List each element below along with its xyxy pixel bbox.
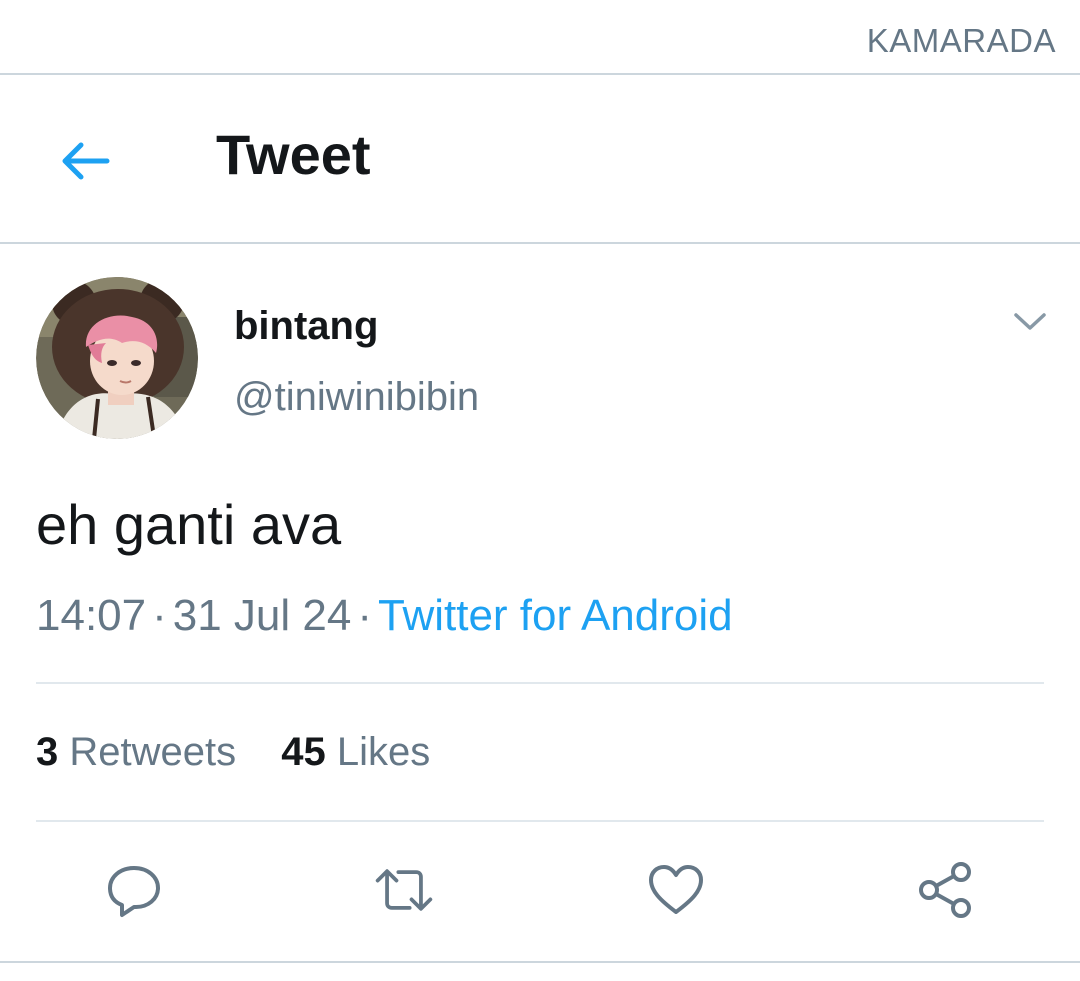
divider <box>36 682 1044 684</box>
author-username[interactable]: @tiniwinibibin <box>234 375 479 419</box>
top-app-bar: Tweet <box>0 75 1080 243</box>
arrow-left-icon <box>62 142 110 180</box>
meta-separator: · <box>152 591 167 640</box>
share-icon <box>919 862 971 918</box>
reply-button[interactable] <box>102 858 166 922</box>
carrier-label: KAMARADA <box>866 22 1056 59</box>
avatar-illustration <box>36 277 198 439</box>
reply-bubble-icon <box>108 866 160 917</box>
retweet-icon <box>375 869 433 911</box>
heart-icon <box>649 865 703 914</box>
action-bar-divider <box>0 961 1080 963</box>
author-display-name[interactable]: bintang <box>234 304 378 348</box>
tweet-text: eh ganti ava <box>36 493 342 556</box>
page-title: Tweet <box>216 123 371 186</box>
header-divider <box>0 242 1080 244</box>
tweet-stats: 3 Retweets 45 Likes <box>36 730 464 774</box>
like-button[interactable] <box>644 858 708 922</box>
tweet-date: 31 Jul 24 <box>172 591 352 640</box>
share-button[interactable] <box>913 858 977 922</box>
tweet-menu-button[interactable] <box>1004 300 1056 344</box>
likes-stat[interactable]: 45 Likes <box>281 730 430 774</box>
meta-separator: · <box>357 591 372 640</box>
retweets-count: 3 <box>36 730 59 774</box>
chevron-down-icon <box>1014 313 1046 330</box>
likes-label: Likes <box>336 730 431 774</box>
retweet-button[interactable] <box>372 858 436 922</box>
tweet-time: 14:07 <box>36 591 147 640</box>
tweet-source-link[interactable]: Twitter for Android <box>378 591 733 640</box>
divider <box>36 820 1044 822</box>
status-bar: KAMARADA <box>0 0 1080 73</box>
retweets-stat[interactable]: 3 Retweets <box>36 730 236 774</box>
back-button[interactable] <box>40 121 130 201</box>
retweets-label: Retweets <box>69 730 237 774</box>
likes-count: 45 <box>281 730 326 774</box>
avatar[interactable] <box>36 277 198 439</box>
tweet-meta: 14:07 · 31 Jul 24 · Twitter for Android <box>36 591 733 640</box>
